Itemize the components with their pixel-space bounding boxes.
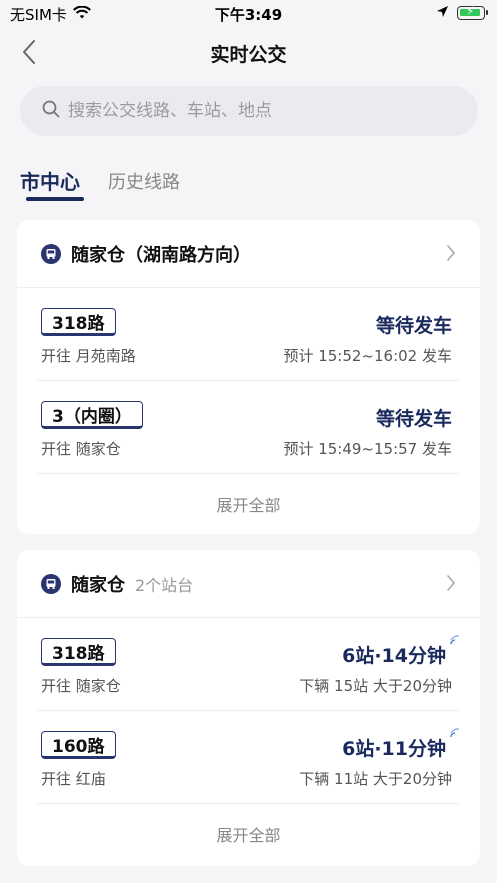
route-destination: 开往 红庙 [41,770,106,788]
bus-stop-icon [41,243,61,264]
route-number-badge: 3（内圈） [41,401,143,429]
route-status: 等待发车 [375,315,452,337]
status-right: ⚡ [436,4,488,22]
realtime-signal-icon [450,635,460,645]
realtime-signal-icon [450,728,460,738]
nav-bar: 实时公交 [0,30,497,74]
expand-all-button[interactable]: 展开全部 [17,474,480,534]
tab-city-center[interactable]: 市中心 [20,166,84,206]
expand-all-button[interactable]: 展开全部 [17,804,480,864]
route-number-badge: 160路 [41,731,116,759]
status-bar: 无SIM卡 下午3:49 ⚡ [0,0,497,26]
route-row[interactable]: 318路 开往 随家仓 6站·14分钟 下辆 15站 大于20分钟 [37,618,460,711]
stop-card: 随家仓 2个站台 318路 开往 随家仓 6站·14分钟 下辆 15站 大于20… [17,550,480,866]
route-row[interactable]: 318路 开往 月苑南路 等待发车 预计 15:52~16:02 发车 [37,288,460,381]
chevron-right-icon [447,245,456,261]
route-status: 6站·11分钟 [342,738,446,760]
location-arrow-icon [436,4,449,22]
search-bar[interactable] [20,86,478,136]
stop-platform-count: 2个站台 [135,575,194,595]
battery-charging-icon: ⚡ [457,4,488,20]
route-number-badge: 318路 [41,638,116,666]
route-eta: 预计 15:52~16:02 发车 [283,347,452,365]
stop-header[interactable]: 随家仓（湖南路方向） [17,220,480,288]
tab-history-routes[interactable]: 历史线路 [108,166,180,206]
route-row[interactable]: 160路 开往 红庙 6站·11分钟 下辆 11站 大于20分钟 [37,711,460,804]
route-next-bus: 下辆 15站 大于20分钟 [299,677,452,695]
route-destination: 开往 月苑南路 [41,347,136,365]
search-input[interactable] [68,101,448,121]
stop-header[interactable]: 随家仓 2个站台 [17,550,480,618]
route-destination: 开往 随家仓 [41,677,121,695]
search-icon [42,100,60,122]
clock: 下午3:49 [214,6,283,24]
stop-name: 随家仓 [71,574,125,596]
route-status: 6站·14分钟 [342,645,446,667]
stop-name: 随家仓（湖南路方向） [71,244,251,266]
route-status: 等待发车 [375,408,452,430]
route-destination: 开往 随家仓 [41,440,121,458]
chevron-right-icon [447,575,456,591]
route-number-badge: 318路 [41,308,116,336]
route-next-bus: 下辆 11站 大于20分钟 [299,770,452,788]
page-title: 实时公交 [210,44,287,66]
tab-bar: 市中心 历史线路 [20,166,180,206]
route-eta: 预计 15:49~15:57 发车 [283,440,452,458]
route-row[interactable]: 3（内圈） 开往 随家仓 等待发车 预计 15:49~15:57 发车 [37,381,460,474]
bus-stop-icon [41,573,61,594]
stop-card: 随家仓（湖南路方向） 318路 开往 月苑南路 等待发车 预计 15:52~16… [17,220,480,534]
